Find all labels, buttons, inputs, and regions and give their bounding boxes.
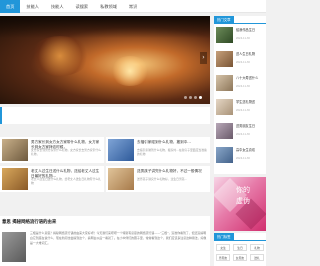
card-desc: 去福引家碰到什么礼物，搬家时...在新房子里面应当准备的礼物: [137, 148, 207, 156]
nav-item-2[interactable]: 技能人: [20, 0, 45, 13]
tag-item[interactable]: 送礼: [250, 254, 264, 261]
slider-light: [110, 56, 150, 86]
sidebar-item[interactable]: 学生送礼物送 2024-11-30: [216, 99, 266, 117]
sidebar-thumbnail[interactable]: [216, 27, 233, 43]
slider-dot[interactable]: [184, 96, 187, 99]
article-thumbnail[interactable]: [2, 232, 26, 262]
article-excerpt: 三根是什么意思？揭秘网络流行语的由来大家好呀！今天我们来唠唠一个特别有意思的网络…: [30, 231, 207, 245]
top-nav-bar: 首页 技能人 技能人 读搜索 私教领域 常识: [0, 0, 266, 13]
main-nav: 首页 技能人 技能人 读搜索 私教领域 常识: [0, 0, 143, 13]
slider-dot-active[interactable]: [199, 96, 202, 99]
sidebar-hot-articles: 热门文章 给我作品生日 2024-11-30 送人生日礼物 2024-11-30…: [214, 16, 266, 174]
sidebar-item-title[interactable]: 八十大寿送什么: [236, 76, 266, 80]
sidebar-item-title[interactable]: 高中女生喜欢: [236, 148, 266, 152]
sidebar-item[interactable]: 送男朋友生日 2024-11-30: [216, 123, 266, 141]
card-thumbnail[interactable]: [108, 168, 134, 190]
card-thumbnail[interactable]: [108, 139, 134, 161]
card-desc: 老丈人过生日送什么礼物，给老丈人送生日礼物有什么礼物: [31, 177, 101, 185]
slider-dot[interactable]: [194, 96, 197, 99]
article-card[interactable]: 男方家长到女方女方家带什么礼物，女方家长到女方家拜访时候， 女方家长到男方家带什…: [0, 137, 104, 163]
sidebar-thumbnail[interactable]: [216, 51, 233, 67]
tag-item[interactable]: 生日: [233, 244, 247, 251]
card-thumbnail[interactable]: [2, 168, 28, 190]
card-title[interactable]: 送男孩子讲究什么礼物好，不过一般情况: [137, 169, 207, 174]
slider-shade: [0, 16, 210, 38]
slider-next-arrow-icon[interactable]: ›: [200, 52, 207, 64]
sidebar-item-date: 2024-11-30: [236, 37, 250, 40]
tags-heading-bar: 热门标签: [214, 233, 266, 241]
nav-item-3[interactable]: 技能人: [45, 0, 70, 13]
sidebar-item-date: 2024-11-30: [236, 61, 250, 64]
tags-heading: 热门标签: [214, 233, 234, 241]
tag-item[interactable]: 女生: [216, 244, 230, 251]
sidebar-item[interactable]: 八十大寿送什么 2024-11-30: [216, 75, 266, 93]
tag-item[interactable]: 男朋友: [216, 254, 230, 261]
featured-article: 意思 揭秘网络流行语的由来 三根是什么意思？揭秘网络流行语的由来大家好呀！今天我…: [0, 216, 210, 266]
sidebar-item-title[interactable]: 送男朋友生日: [236, 124, 266, 128]
card-thumbnail[interactable]: [2, 139, 28, 161]
hero-slider[interactable]: ›: [0, 16, 210, 104]
sidebar-thumbnail[interactable]: [216, 75, 233, 91]
sidebar-item-title[interactable]: 给我作品生日: [236, 28, 266, 32]
sidebar-item-title[interactable]: 送人生日礼物: [236, 52, 266, 56]
article-title[interactable]: 意思 揭秘网络流行语的由来: [2, 219, 56, 225]
sidebar-item[interactable]: 给我作品生日 2024-11-30: [216, 27, 266, 45]
tag-cloud: 热门标签 女生 生日 礼物 男朋友 女朋友 送礼: [214, 233, 266, 266]
article-card[interactable]: 送男孩子讲究什么礼物好，不过一般情况 送男孩子讲究什么礼物好，过生日男孩...: [106, 166, 210, 192]
promo-text: 你的 虚伪: [236, 185, 250, 207]
promo-line-1: 你的: [236, 186, 250, 194]
article-card[interactable]: 去福引家碰到什么礼物，搬到中... 去福引家碰到什么礼物，搬家时...在新房子里…: [106, 137, 210, 163]
sidebar-item-date: 2024-11-30: [236, 109, 250, 112]
sidebar-item[interactable]: 高中女生喜欢 2024-11-30: [216, 147, 266, 165]
promo-line-2: 虚伪: [236, 197, 250, 205]
sidebar-item-title[interactable]: 学生送礼物送: [236, 100, 266, 104]
promo-banner[interactable]: 你的 虚伪: [214, 177, 266, 231]
nav-item-4[interactable]: 读搜索: [70, 0, 95, 13]
card-title[interactable]: 去福引家碰到什么礼物，搬到中...: [137, 140, 207, 145]
slider-image: [30, 36, 90, 76]
sidebar-item[interactable]: 送人生日礼物 2024-11-30: [216, 51, 266, 69]
sidebar-heading: 热门文章: [214, 16, 234, 24]
tag-item[interactable]: 女朋友: [233, 254, 247, 261]
nav-item-5[interactable]: 私教领域: [94, 0, 123, 13]
tag-item[interactable]: 礼物: [250, 244, 264, 251]
nav-item-home[interactable]: 首页: [0, 0, 21, 13]
article-card[interactable]: 老丈人过生日送什么礼物，送给老丈人过生日最好的礼物... 老丈人过生日送什么礼物…: [0, 166, 104, 192]
card-desc: 送男孩子讲究什么礼物好，过生日男孩...: [137, 177, 188, 181]
slider-dots: [184, 96, 202, 99]
sidebar-item-date: 2024-11-30: [236, 157, 250, 160]
sidebar-thumbnail[interactable]: [216, 123, 233, 139]
section-header-bar: [0, 107, 210, 124]
sidebar-heading-bar: 热门文章: [214, 16, 266, 24]
sidebar-item-date: 2024-11-30: [236, 85, 250, 88]
sidebar-thumbnail[interactable]: [216, 147, 233, 163]
card-desc: 女方家长到男方家带什么礼物，女方家长去男方家带什么礼物，: [31, 148, 101, 156]
sidebar-item-date: 2024-11-30: [236, 133, 250, 136]
sidebar-thumbnail[interactable]: [216, 99, 233, 115]
slider-dot[interactable]: [189, 96, 192, 99]
nav-item-6[interactable]: 常识: [123, 0, 143, 13]
